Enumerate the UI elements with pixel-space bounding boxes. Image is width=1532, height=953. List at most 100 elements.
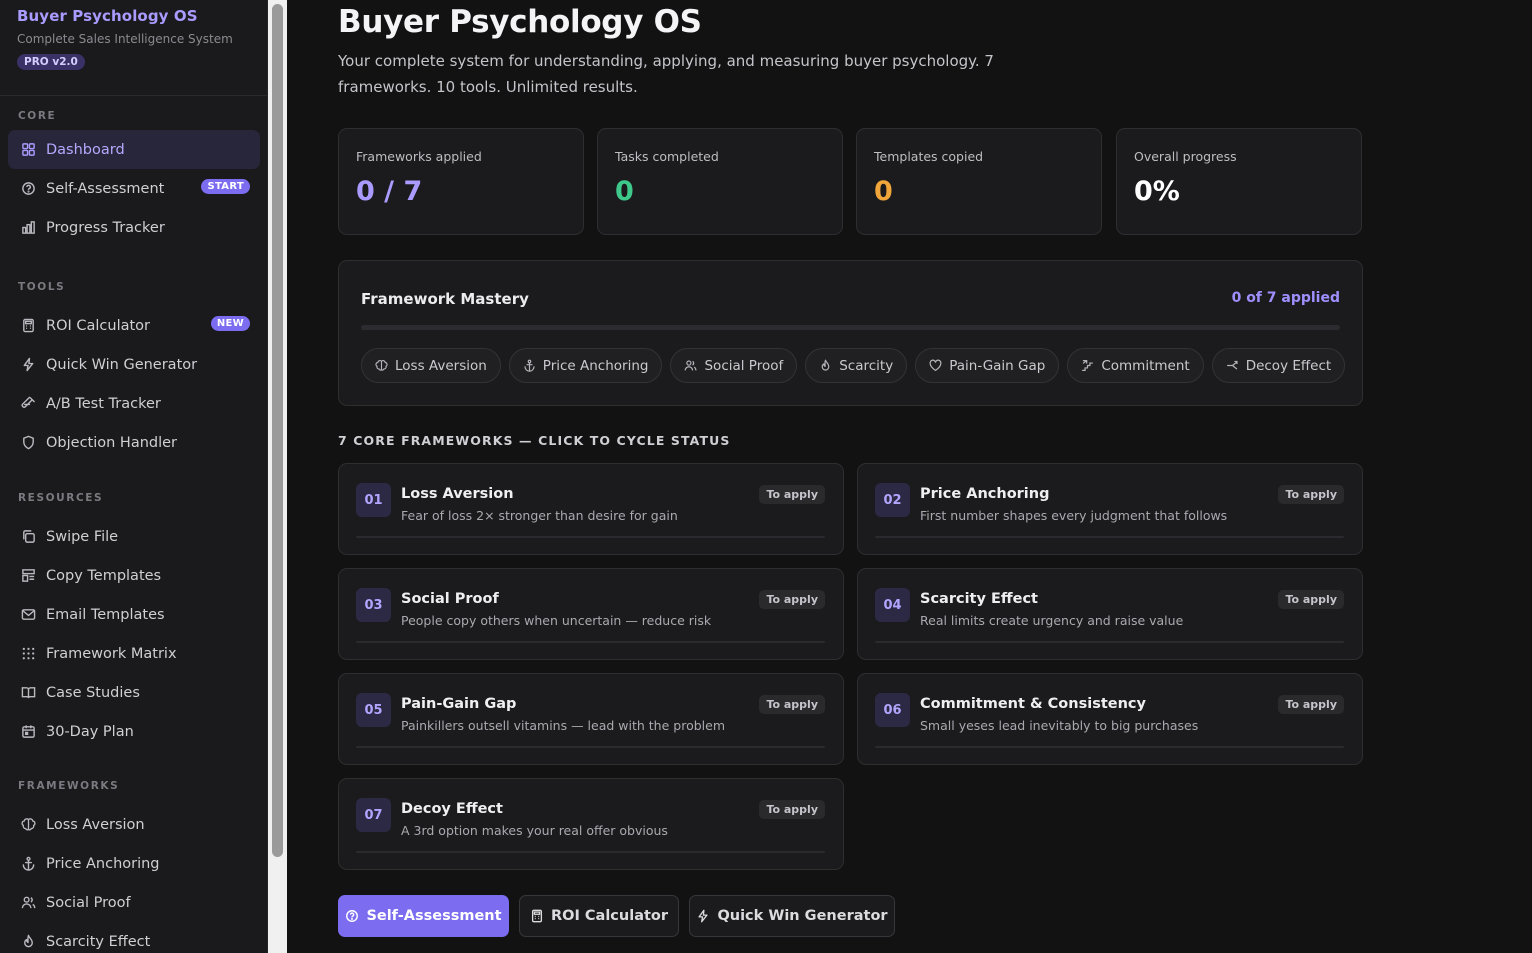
framework-card-pain-gain-gap[interactable]: 05 Pain-Gain Gap Painkillers outsell vit… [338,673,844,765]
sidebar-item-quick-win-generator[interactable]: Quick Win Generator [8,345,260,384]
quick-win-generator-button[interactable]: Quick Win Generator [689,895,895,937]
bar-chart-icon [20,220,36,236]
framework-card-social-proof[interactable]: 03 Social Proof People copy others when … [338,568,844,660]
status-badge[interactable]: To apply [759,485,825,504]
sidebar: Buyer Psychology OS Complete Sales Intel… [0,0,268,953]
sidebar-item-label: Framework Matrix [46,645,177,662]
button-label: ROI Calculator [550,908,669,924]
status-badge[interactable]: To apply [1278,485,1344,504]
sidebar-item-label: Social Proof [46,894,131,911]
pro-badge: PRO v2.0 [17,54,85,70]
stat-label: Tasks completed [615,149,719,164]
split-icon [1226,359,1239,372]
shield-icon [20,435,36,451]
lightning-icon [696,909,710,923]
self-assessment-button[interactable]: Self-Assessment [338,895,509,937]
framework-number: 02 [875,483,910,517]
sidebar-item-self-assessment[interactable]: Self-Assessment START [8,169,260,208]
stat-label: Overall progress [1134,149,1237,164]
sidebar-item-ab-test-tracker[interactable]: A/B Test Tracker [8,384,260,423]
chip-pain-gain-gap[interactable]: Pain-Gain Gap [915,348,1060,383]
sidebar-item-social-proof[interactable]: Social Proof [8,883,260,922]
sidebar-item-swipe-file[interactable]: Swipe File [8,517,260,556]
status-badge[interactable]: To apply [759,695,825,714]
mastery-title: Framework Mastery [361,290,529,308]
sidebar-item-case-studies[interactable]: Case Studies [8,673,260,712]
framework-number: 01 [356,483,391,517]
brand-block: Buyer Psychology OS Complete Sales Intel… [0,0,267,96]
users-icon [684,359,697,372]
status-badge[interactable]: To apply [759,590,825,609]
brand-title: Buyer Psychology OS [17,7,198,25]
chip-price-anchoring[interactable]: Price Anchoring [508,348,663,383]
sidebar-item-label: Email Templates [46,606,165,623]
sidebar-item-objection-handler[interactable]: Objection Handler [8,423,260,462]
sidebar-item-label: Self-Assessment [46,180,165,197]
sidebar-item-copy-templates[interactable]: Copy Templates [8,556,260,595]
sidebar-item-loss-aversion[interactable]: Loss Aversion [8,805,260,844]
framework-subtitle: Fear of loss 2× stronger than desire for… [401,508,678,523]
button-label: Quick Win Generator [717,908,888,924]
brain-icon [375,359,388,372]
status-badge[interactable]: To apply [759,800,825,819]
framework-progress-line [875,641,1344,643]
stat-card-templates-copied: Templates copied 0 [856,128,1102,235]
framework-progress-line [356,536,825,538]
framework-card-price-anchoring[interactable]: 02 Price Anchoring First number shapes e… [857,463,1363,555]
sidebar-item-dashboard[interactable]: Dashboard [8,130,260,169]
heart-icon [929,359,942,372]
layout-icon [20,568,36,584]
flame-icon [819,359,832,372]
circle-question-icon [20,181,36,197]
sidebar-item-30-day-plan[interactable]: 30-Day Plan [8,712,260,751]
anchor-icon [523,359,536,372]
framework-card-commitment-consistency[interactable]: 06 Commitment & Consistency Small yeses … [857,673,1363,765]
framework-title: Loss Aversion [401,486,514,502]
chip-commitment[interactable]: Commitment [1067,348,1204,383]
sidebar-item-label: Case Studies [46,684,140,701]
roi-calculator-button[interactable]: ROI Calculator [519,895,679,937]
page-title: Buyer Psychology OS [338,4,702,40]
framework-card-decoy-effect[interactable]: 07 Decoy Effect A 3rd option makes your … [338,778,844,870]
chip-social-proof[interactable]: Social Proof [670,348,798,383]
framework-card-scarcity-effect[interactable]: 04 Scarcity Effect Real limits create ur… [857,568,1363,660]
framework-number: 06 [875,693,910,727]
sidebar-item-label: Dashboard [46,141,125,158]
stat-label: Frameworks applied [356,149,482,164]
section-label-frameworks: FRAMEWORKS [18,780,120,792]
sidebar-item-label: Progress Tracker [46,219,165,236]
framework-progress-line [356,851,825,853]
sidebar-item-price-anchoring[interactable]: Price Anchoring [8,844,260,883]
calendar-icon [20,724,36,740]
chip-label: Commitment [1101,357,1190,374]
framework-number: 07 [356,798,391,832]
section-label-resources: RESOURCES [18,492,104,504]
chip-label: Social Proof [704,357,784,374]
framework-progress-line [356,641,825,643]
flame-icon [20,934,36,950]
sidebar-item-label: 30-Day Plan [46,723,134,740]
chip-decoy-effect[interactable]: Decoy Effect [1211,348,1346,383]
scrollbar-thumb[interactable] [272,4,283,857]
sidebar-item-email-templates[interactable]: Email Templates [8,595,260,634]
status-badge[interactable]: To apply [1278,590,1344,609]
framework-title: Price Anchoring [920,486,1050,502]
framework-progress-line [356,746,825,748]
status-badge[interactable]: To apply [1278,695,1344,714]
sidebar-item-label: Loss Aversion [46,816,145,833]
sidebar-item-label: Copy Templates [46,567,162,584]
framework-card-loss-aversion[interactable]: 01 Loss Aversion Fear of loss 2× stronge… [338,463,844,555]
mastery-progress-bar [361,325,1340,330]
section-label-tools: TOOLS [18,281,66,293]
chip-loss-aversion[interactable]: Loss Aversion [361,348,501,383]
stat-card-overall-progress: Overall progress 0% [1116,128,1362,235]
chip-scarcity[interactable]: Scarcity [805,348,908,383]
framework-number: 03 [356,588,391,622]
grid-icon [20,142,36,158]
sidebar-item-scarcity-effect[interactable]: Scarcity Effect [8,922,260,953]
sidebar-item-roi-calculator[interactable]: ROI Calculator NEW [8,306,260,345]
copy-icon [20,529,36,545]
sidebar-item-progress-tracker[interactable]: Progress Tracker [8,208,260,247]
lightning-icon [20,357,36,373]
sidebar-item-framework-matrix[interactable]: Framework Matrix [8,634,260,673]
